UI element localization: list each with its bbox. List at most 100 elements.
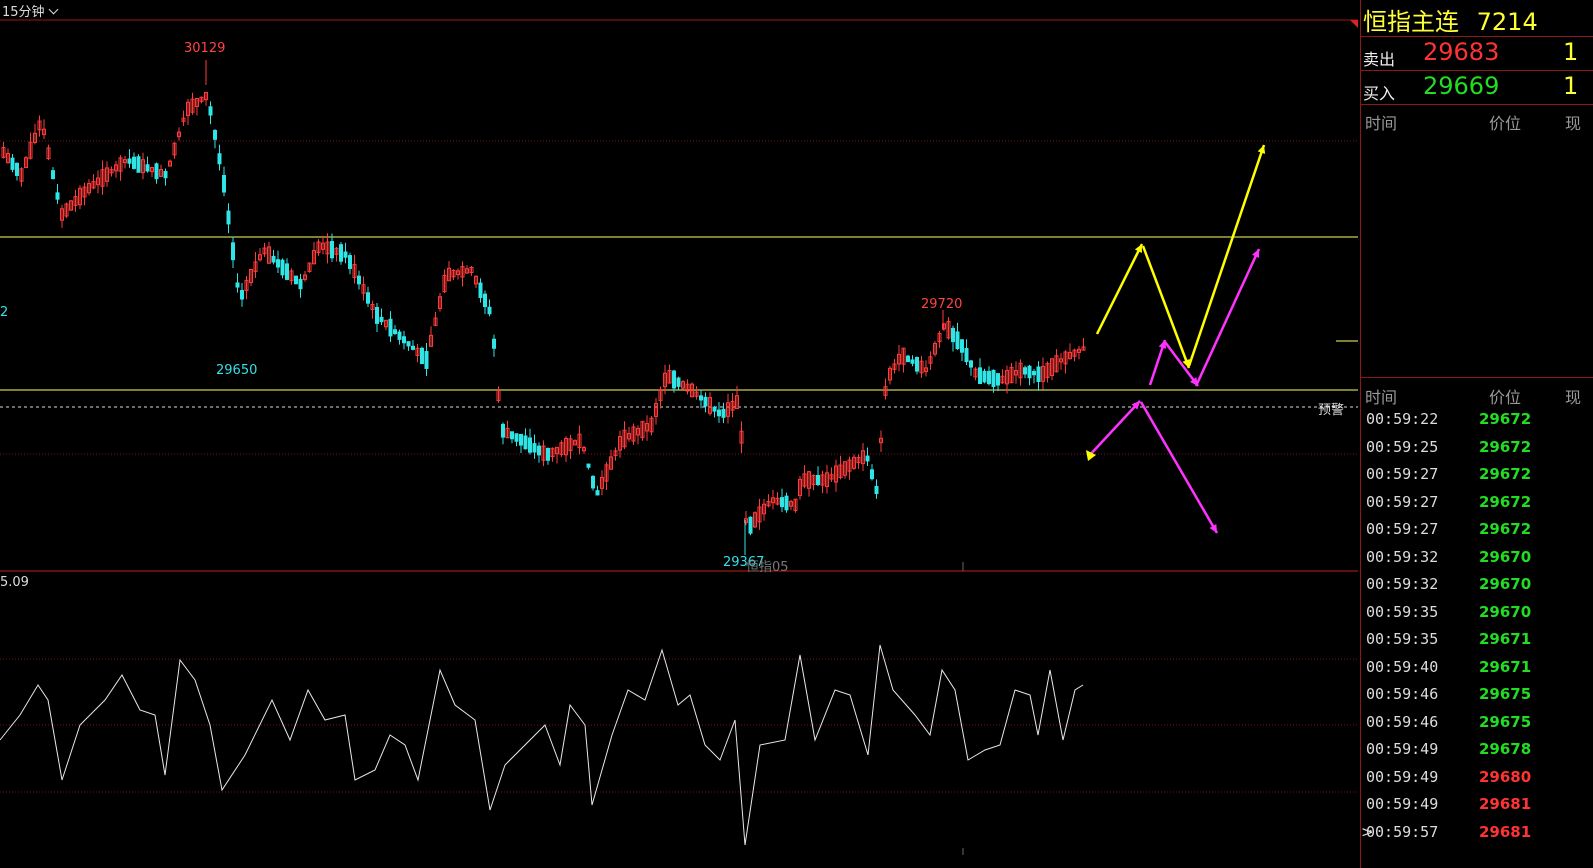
instrument-title[interactable]: 恒指主连 7214	[1363, 2, 1538, 37]
candle-body	[1036, 366, 1041, 382]
candle-body	[591, 475, 595, 489]
candle-body	[906, 355, 910, 363]
tick-price: 29675	[1479, 712, 1532, 731]
tick-row: 00:59:35 29671	[1361, 630, 1593, 657]
candle-body	[492, 338, 496, 349]
candle-body	[271, 255, 276, 263]
candle-body	[154, 163, 159, 180]
tick-time: 00:59:27	[1366, 520, 1439, 538]
candle-body	[537, 445, 541, 456]
candle-body	[780, 497, 784, 508]
tick-time: 00:59:27	[1366, 492, 1439, 511]
arrow-head-icon	[1158, 340, 1167, 349]
candle-body	[699, 395, 703, 401]
period-selector[interactable]: 15分钟	[2, 1, 61, 20]
candle-body	[595, 490, 600, 496]
tick-price: 29672	[1479, 465, 1532, 483]
candle-body	[366, 292, 370, 304]
candle-body	[424, 351, 429, 369]
candle-body	[294, 275, 298, 285]
candle-body	[240, 290, 244, 300]
col-time: 时间	[1365, 388, 1398, 407]
indicator-value: 5.09	[0, 575, 29, 590]
candle-body	[672, 370, 676, 389]
col-time: 时间	[1365, 114, 1398, 133]
tick-row: 00:59:22 29672	[1361, 410, 1593, 437]
candle-body	[348, 255, 352, 269]
candle-body	[276, 259, 280, 268]
tick-price: 29670	[1479, 575, 1532, 593]
candle-body	[343, 251, 348, 258]
candle-body	[487, 306, 492, 315]
edge-price-label: 2	[0, 305, 9, 320]
candle-body	[960, 339, 964, 353]
sell-volume: 1	[1563, 38, 1579, 66]
candle-body	[145, 164, 150, 172]
candle-body	[910, 359, 915, 364]
candle-body	[235, 282, 240, 288]
buy-volume: 1	[1563, 72, 1579, 100]
candle-body	[393, 329, 397, 335]
instrument-number: 7214	[1476, 8, 1538, 36]
candle-body	[127, 158, 132, 164]
tick-time: 00:59:32	[1366, 547, 1439, 566]
forecast-arrow	[1095, 243, 1144, 335]
candle-body	[955, 331, 960, 350]
candle-body	[15, 162, 19, 176]
quote-panel: 恒指主连 7214 卖出 29683 1 买入 29669 1 时间 价位 现 …	[1360, 0, 1593, 868]
tick-time: 00:59:40	[1366, 657, 1439, 676]
buy-price: 29669	[1423, 72, 1500, 100]
candle-body	[721, 408, 726, 418]
candle-body	[532, 443, 537, 453]
candle-body	[874, 485, 879, 495]
candle-body	[982, 370, 987, 383]
candle-body	[411, 345, 415, 350]
tick-row: 00:59:40 29671	[1361, 658, 1593, 685]
candle-body	[280, 259, 285, 276]
tick-time: 00:59:35	[1366, 630, 1439, 648]
tick-price: 29672	[1479, 492, 1532, 511]
candle-body	[285, 263, 289, 280]
contract-watermark: 恒指05	[746, 560, 789, 575]
candle-body	[388, 318, 393, 337]
tick-price: 29681	[1479, 795, 1532, 813]
candle-body	[231, 242, 235, 261]
col-volume: 现	[1565, 388, 1582, 407]
candle-body	[528, 437, 532, 453]
candle-body	[1023, 367, 1027, 375]
candle-body	[217, 153, 222, 165]
candle-body	[717, 409, 721, 417]
tick-time: 00:59:35	[1366, 602, 1439, 621]
tick-row: 00:59:27 29672	[1361, 465, 1593, 492]
tick-price: 29671	[1479, 630, 1532, 648]
candle-body	[226, 210, 231, 225]
tick-price: 29670	[1479, 602, 1532, 621]
tick-row: 00:59:49 29678	[1361, 740, 1593, 767]
kline-chart-area[interactable]: 15分钟 30129 29650 29720 29367 2 恒指05 预警 5…	[0, 0, 1358, 868]
forecast-arrow	[1139, 401, 1219, 534]
kline-chart-svg[interactable]	[0, 0, 1358, 868]
divider	[1361, 36, 1593, 37]
col-price: 价位	[1489, 388, 1522, 407]
forecast-arrow	[1187, 144, 1266, 367]
tick-price: 29672	[1479, 437, 1532, 456]
tick-row: 00:59:46 29675	[1361, 685, 1593, 712]
candle-body	[816, 474, 820, 486]
divider	[1361, 70, 1593, 71]
tick-price: 29678	[1479, 740, 1532, 758]
low-price-label: 29650	[216, 363, 258, 378]
candle-body	[402, 336, 406, 344]
tick-time: 00:59:49	[1366, 767, 1439, 786]
high-price-label: 30129	[184, 41, 226, 56]
candle-body	[136, 156, 141, 173]
divider	[1361, 104, 1593, 105]
forecast-arrows	[1086, 144, 1266, 534]
divider	[1361, 377, 1593, 378]
candle-body	[208, 106, 213, 116]
forecast-arrow	[1087, 400, 1141, 458]
candle-body	[51, 170, 55, 180]
candle-body	[339, 244, 343, 262]
candle-body	[676, 377, 681, 387]
tick-row: 00:59:32 29670	[1361, 548, 1593, 575]
candle-body	[483, 293, 487, 308]
